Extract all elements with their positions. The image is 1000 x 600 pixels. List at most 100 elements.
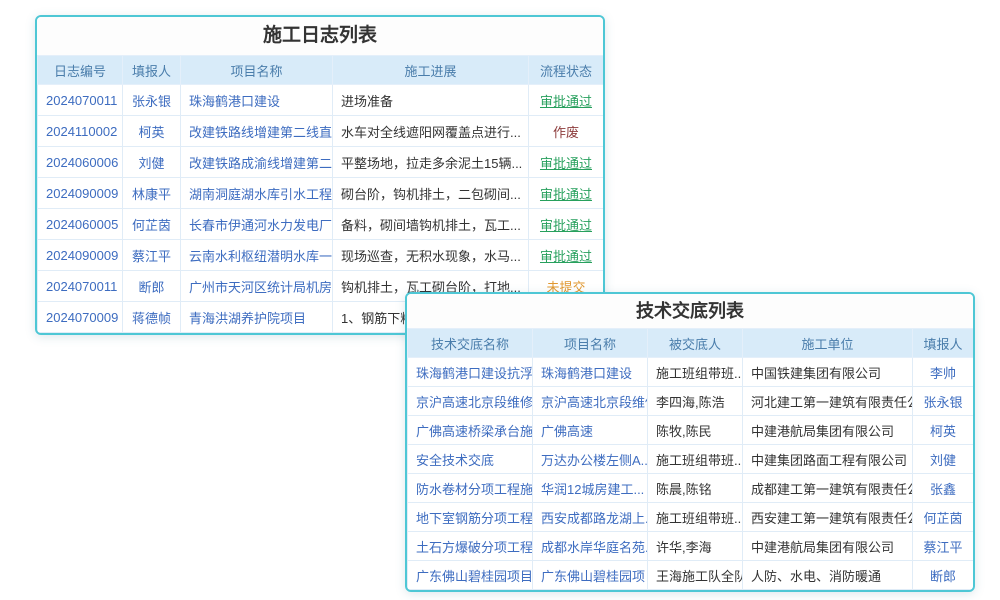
unit-cell: 中建港航局集团有限公司: [743, 416, 913, 445]
column-header-progress: 施工进展: [333, 56, 529, 85]
receiver-cell: 许华,李海: [648, 532, 743, 561]
progress-cell: 进场准备: [333, 85, 529, 116]
column-header-project-name: 项目名称: [181, 56, 333, 85]
filler-cell[interactable]: 何芷茵: [913, 503, 974, 532]
log-id-cell[interactable]: 2024110002: [38, 116, 123, 147]
project-name-cell[interactable]: 广佛高速: [533, 416, 648, 445]
filler-cell[interactable]: 刘健: [913, 445, 974, 474]
unit-cell: 中国铁建集团有限公司: [743, 358, 913, 387]
progress-cell: 水车对全线遮阳网覆盖点进行...: [333, 116, 529, 147]
log-id-cell[interactable]: 2024090009: [38, 178, 123, 209]
receiver-cell: 李四海,陈浩: [648, 387, 743, 416]
project-name-cell[interactable]: 珠海鹤港口建设: [533, 358, 648, 387]
project-name-cell[interactable]: 青海洪湖养护院项目: [181, 302, 333, 333]
column-header-filler: 填报人: [913, 329, 974, 358]
log-id-cell[interactable]: 2024090009: [38, 240, 123, 271]
project-name-cell[interactable]: 湖南洞庭湖水库引水工程...: [181, 178, 333, 209]
filler-cell[interactable]: 断郎: [913, 561, 974, 590]
filler-cell[interactable]: 蔡江平: [913, 532, 974, 561]
column-header-log-id: 日志编号: [38, 56, 123, 85]
unit-cell: 西安建工第一建筑有限责任公司: [743, 503, 913, 532]
column-header-disclosure-name: 技术交底名称: [408, 329, 533, 358]
column-header-filler: 填报人: [123, 56, 181, 85]
project-name-cell[interactable]: 万达办公楼左侧A...: [533, 445, 648, 474]
filler-cell[interactable]: 林康平: [123, 178, 181, 209]
project-name-cell[interactable]: 珠海鹤港口建设: [181, 85, 333, 116]
status-cell[interactable]: 审批通过: [529, 178, 604, 209]
status-cell[interactable]: 审批通过: [529, 147, 604, 178]
filler-cell[interactable]: 何芷茵: [123, 209, 181, 240]
receiver-cell: 施工班组带班...: [648, 445, 743, 474]
disclosure-name-cell[interactable]: 防水卷材分项工程施...: [408, 474, 533, 503]
receiver-cell: 施工班组带班...: [648, 503, 743, 532]
unit-cell: 中建集团路面工程有限公司: [743, 445, 913, 474]
table-row: 2024110002柯英改建铁路线增建第二线直...水车对全线遮阳网覆盖点进行.…: [38, 116, 604, 147]
technical-disclosure-table: 技术交底名称 项目名称 被交底人 施工单位 填报人 珠海鹤港口建设抗浮...珠海…: [407, 328, 974, 590]
project-name-cell[interactable]: 华润12城房建工...: [533, 474, 648, 503]
disclosure-name-cell[interactable]: 安全技术交底: [408, 445, 533, 474]
status-cell[interactable]: 审批通过: [529, 209, 604, 240]
filler-cell[interactable]: 张永银: [123, 85, 181, 116]
disclosure-name-cell[interactable]: 土石方爆破分项工程...: [408, 532, 533, 561]
table-row: 广佛高速桥梁承台施...广佛高速陈牧,陈民中建港航局集团有限公司柯英: [408, 416, 974, 445]
receiver-cell: 陈牧,陈民: [648, 416, 743, 445]
disclosure-name-cell[interactable]: 珠海鹤港口建设抗浮...: [408, 358, 533, 387]
progress-cell: 砌台阶，钩机排土，二包砌间...: [333, 178, 529, 209]
table-row: 2024060006刘健改建铁路成渝线增建第二...平整场地，拉走多余泥土15辆…: [38, 147, 604, 178]
project-name-cell[interactable]: 成都水岸华庭名苑...: [533, 532, 648, 561]
filler-cell[interactable]: 柯英: [123, 116, 181, 147]
log-id-cell[interactable]: 2024070011: [38, 85, 123, 116]
disclosure-name-cell[interactable]: 地下室钢筋分项工程...: [408, 503, 533, 532]
log-id-cell[interactable]: 2024060006: [38, 147, 123, 178]
log-id-cell[interactable]: 2024070009: [38, 302, 123, 333]
filler-cell[interactable]: 柯英: [913, 416, 974, 445]
disclosure-name-cell[interactable]: 京沪高速北京段维修...: [408, 387, 533, 416]
desktop: 施工日志列表 日志编号 填报人 项目名称 施工进展 流程状态 202407001…: [0, 0, 1000, 600]
filler-cell[interactable]: 刘健: [123, 147, 181, 178]
filler-cell[interactable]: 张永银: [913, 387, 974, 416]
filler-cell[interactable]: 蔡江平: [123, 240, 181, 271]
status-cell[interactable]: 审批通过: [529, 85, 604, 116]
filler-cell[interactable]: 断郎: [123, 271, 181, 302]
disclosure-name-cell[interactable]: 广东佛山碧桂园项目...: [408, 561, 533, 590]
receiver-cell: 王海施工队全队...: [648, 561, 743, 590]
table-row: 2024090009林康平湖南洞庭湖水库引水工程...砌台阶，钩机排土，二包砌间…: [38, 178, 604, 209]
progress-cell: 现场巡查，无积水现象，水马...: [333, 240, 529, 271]
construction-log-panel: 施工日志列表 日志编号 填报人 项目名称 施工进展 流程状态 202407001…: [35, 15, 605, 335]
table-row: 广东佛山碧桂园项目...广东佛山碧桂园项目王海施工队全队...人防、水电、消防暖…: [408, 561, 974, 590]
status-cell[interactable]: 作废: [529, 116, 604, 147]
table-row: 安全技术交底万达办公楼左侧A...施工班组带班...中建集团路面工程有限公司刘健: [408, 445, 974, 474]
receiver-cell: 施工班组带班...: [648, 358, 743, 387]
table-row: 土石方爆破分项工程...成都水岸华庭名苑...许华,李海中建港航局集团有限公司蔡…: [408, 532, 974, 561]
technical-disclosure-panel: 技术交底列表 技术交底名称 项目名称 被交底人 施工单位 填报人 珠海鹤港口建设…: [405, 292, 975, 592]
table-header-row: 技术交底名称 项目名称 被交底人 施工单位 填报人: [408, 329, 974, 358]
table-row: 2024060005何芷茵长春市伊通河水力发电厂...备料，砌间墙钩机排土，瓦工…: [38, 209, 604, 240]
unit-cell: 成都建工第一建筑有限责任公司: [743, 474, 913, 503]
progress-cell: 平整场地，拉走多余泥土15辆...: [333, 147, 529, 178]
table-header-row: 日志编号 填报人 项目名称 施工进展 流程状态: [38, 56, 604, 85]
filler-cell[interactable]: 李帅: [913, 358, 974, 387]
project-name-cell[interactable]: 长春市伊通河水力发电厂...: [181, 209, 333, 240]
column-header-status: 流程状态: [529, 56, 604, 85]
receiver-cell: 陈晨,陈铭: [648, 474, 743, 503]
project-name-cell[interactable]: 广州市天河区统计局机房...: [181, 271, 333, 302]
project-name-cell[interactable]: 改建铁路线增建第二线直...: [181, 116, 333, 147]
disclosure-name-cell[interactable]: 广佛高速桥梁承台施...: [408, 416, 533, 445]
unit-cell: 人防、水电、消防暖通: [743, 561, 913, 590]
project-name-cell[interactable]: 广东佛山碧桂园项目: [533, 561, 648, 590]
table-row: 地下室钢筋分项工程...西安成都路龙湖上...施工班组带班...西安建工第一建筑…: [408, 503, 974, 532]
filler-cell[interactable]: 张鑫: [913, 474, 974, 503]
table-row: 珠海鹤港口建设抗浮...珠海鹤港口建设施工班组带班...中国铁建集团有限公司李帅: [408, 358, 974, 387]
table-row: 2024070011张永银珠海鹤港口建设进场准备审批通过: [38, 85, 604, 116]
log-id-cell[interactable]: 2024070011: [38, 271, 123, 302]
project-name-cell[interactable]: 西安成都路龙湖上...: [533, 503, 648, 532]
log-id-cell[interactable]: 2024060005: [38, 209, 123, 240]
technical-disclosure-title: 技术交底列表: [407, 294, 973, 328]
progress-cell: 备料，砌间墙钩机排土，瓦工...: [333, 209, 529, 240]
status-cell[interactable]: 审批通过: [529, 240, 604, 271]
filler-cell[interactable]: 蒋德帧: [123, 302, 181, 333]
column-header-unit: 施工单位: [743, 329, 913, 358]
project-name-cell[interactable]: 改建铁路成渝线增建第二...: [181, 147, 333, 178]
project-name-cell[interactable]: 京沪高速北京段维修: [533, 387, 648, 416]
project-name-cell[interactable]: 云南水利枢纽潜明水库一...: [181, 240, 333, 271]
